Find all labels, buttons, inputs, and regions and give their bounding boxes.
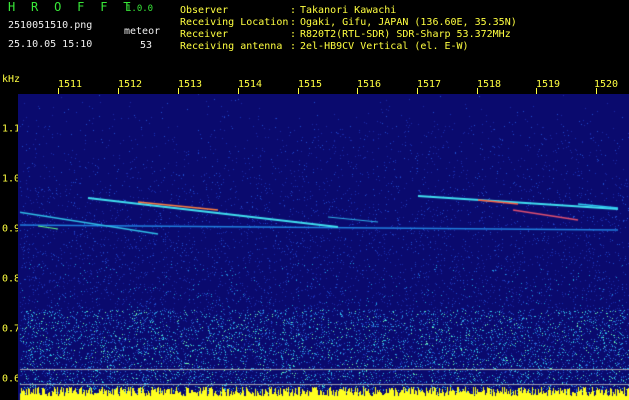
minute-label: 1519 [535, 79, 561, 90]
app-title: H R O F F T [8, 0, 135, 14]
minute-label: 1516 [356, 79, 382, 90]
minute-label: 1517 [416, 79, 442, 90]
observer-value: Takanori Kawachi [300, 5, 397, 16]
app-version: 1.0.0 [126, 4, 154, 14]
time-ruler: 1511 1512 1513 1514 1515 1516 1517 1518 … [0, 72, 629, 94]
spectrogram-panel [18, 94, 629, 400]
minute-label: 1518 [476, 79, 502, 90]
observer-label: Observer [180, 5, 229, 16]
info-colon: : [290, 41, 297, 52]
minute-label: 1512 [117, 79, 143, 90]
location-value: Ogaki, Gifu, JAPAN (136.60E, 35.35N) [300, 17, 517, 28]
antenna-value: 2el-HB9CV Vertical (el. E-W) [300, 41, 469, 52]
info-colon: : [290, 5, 297, 16]
minute-label: 1515 [297, 79, 323, 90]
header-panel: H R O F F T 1.0.0 2510051510.png 25.10.0… [0, 0, 629, 72]
file-name: 2510051510.png [8, 20, 93, 31]
info-colon: : [290, 29, 297, 40]
mode-label: meteor [124, 26, 161, 37]
receiver-label: Receiver [180, 29, 229, 40]
minute-label: 1513 [177, 79, 203, 90]
minute-label: 1514 [237, 79, 263, 90]
spectrogram-canvas [18, 94, 629, 400]
info-colon: : [290, 17, 297, 28]
minute-label: 1511 [57, 79, 83, 90]
receiver-value: R820T2(RTL-SDR) SDR-Sharp 53.372MHz [300, 29, 511, 40]
minute-label: 1520 [593, 79, 619, 90]
freq-unit-label: kHz [2, 74, 21, 85]
datetime-stamp: 25.10.05 15:10 [8, 39, 93, 50]
location-label: Receiving Location [180, 17, 289, 28]
antenna-label: Receiving antenna [180, 41, 283, 52]
meteor-count: 53 [140, 40, 153, 51]
